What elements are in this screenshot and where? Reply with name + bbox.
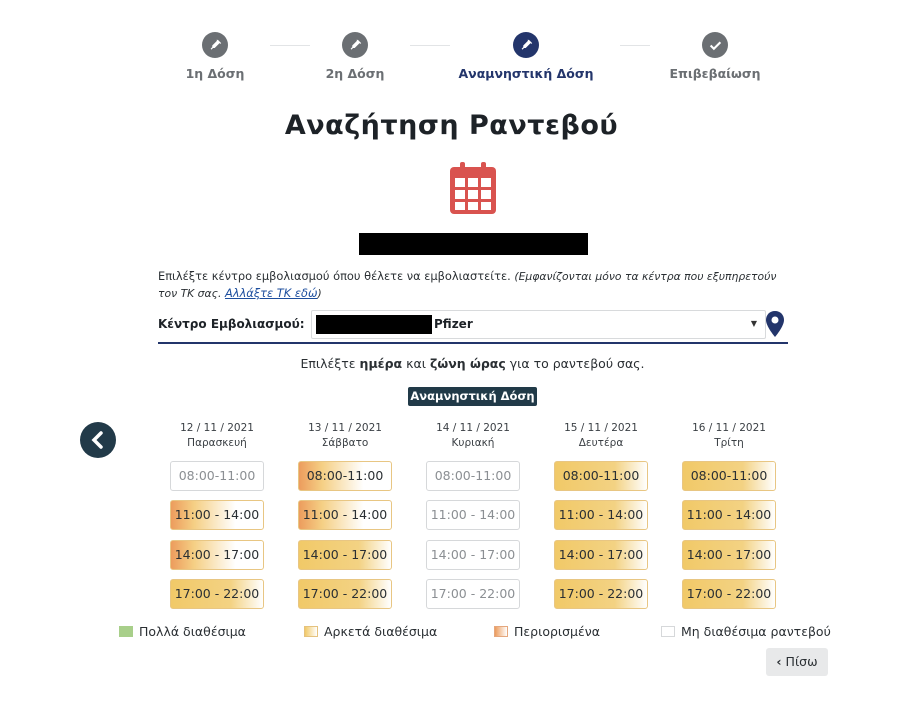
prompt-text: Επιλέξτε (300, 356, 356, 371)
step-label: 1η Δόση (185, 66, 245, 81)
center-selected-value: Pfizer (434, 317, 473, 331)
day-column: 13 / 11 / 2021 Σάββατο (285, 422, 405, 449)
step-label: Αναμνηστική Δόση (458, 66, 594, 81)
timeslot-button[interactable]: 08:00-11:00 (554, 461, 648, 491)
legend-label: Περιορισμένα (514, 624, 600, 639)
timeslot-button[interactable]: 14:00 - 17:00 (426, 540, 520, 570)
day-column: 12 / 11 / 2021 Παρασκευή (157, 422, 277, 449)
instruction-note-end: ) (317, 287, 322, 300)
day-name: Δευτέρα (578, 437, 624, 449)
timeslot-button[interactable]: 11:00 - 14:00 (682, 500, 776, 530)
day-name: Κυριακή (451, 437, 495, 449)
day-date: 13 / 11 / 2021 (308, 422, 382, 434)
map-pin-icon[interactable] (764, 310, 786, 342)
previous-days-button[interactable] (80, 422, 116, 458)
legend-swatch (661, 626, 675, 637)
timeslot-button[interactable]: 14:00 - 17:00 (682, 540, 776, 570)
syringe-icon (202, 32, 228, 58)
timeslot-button[interactable]: 17:00 - 22:00 (426, 579, 520, 609)
step-confirmation: Επιβεβαίωση (640, 32, 790, 81)
day-date: 15 / 11 / 2021 (564, 422, 638, 434)
step-label: 2η Δόση (325, 66, 385, 81)
chevron-left-icon: ‹ (776, 654, 782, 669)
timeslot-button[interactable]: 14:00 - 17:00 (554, 540, 648, 570)
dose-badge: Αναμνηστική Δόση (408, 387, 537, 406)
step-second-dose: 2η Δόση (280, 32, 430, 81)
legend-item-limited: Περιορισμένα (494, 624, 600, 639)
legend-swatch (119, 626, 133, 637)
back-button[interactable]: ‹ Πίσω (766, 648, 828, 676)
legend-item-many: Πολλά διαθέσιμα (119, 624, 246, 639)
timeslot-button[interactable]: 11:00 - 14:00 (426, 500, 520, 530)
redacted-block (316, 315, 432, 334)
day-name: Παρασκευή (187, 437, 247, 449)
day-date: 14 / 11 / 2021 (436, 422, 510, 434)
timeslot-button[interactable]: 08:00-11:00 (682, 461, 776, 491)
timeslot-button[interactable]: 11:00 - 14:00 (298, 500, 392, 530)
change-postcode-link[interactable]: Αλλάξτε ΤΚ εδώ (225, 286, 317, 300)
prompt-text: και (406, 356, 426, 371)
redacted-block (359, 233, 588, 255)
day-date: 16 / 11 / 2021 (692, 422, 766, 434)
timeslot-button[interactable]: 14:00 - 17:00 (170, 540, 264, 570)
step-label: Επιβεβαίωση (669, 66, 761, 81)
timeslot-button[interactable]: 17:00 - 22:00 (554, 579, 648, 609)
progress-stepper: 1η Δόση 2η Δόση Αναμνηστική Δόση Επιβεβα… (170, 32, 770, 92)
timeslot-button[interactable]: 17:00 - 22:00 (682, 579, 776, 609)
day-date: 12 / 11 / 2021 (180, 422, 254, 434)
check-icon (702, 32, 728, 58)
legend-item-unavailable: Μη διαθέσιμα ραντεβού (661, 624, 831, 639)
timeslot-button[interactable]: 11:00 - 14:00 (170, 500, 264, 530)
prompt-bold-day: ημέρα (359, 356, 403, 371)
day-column: 14 / 11 / 2021 Κυριακή (413, 422, 533, 449)
timeslot-button[interactable]: 08:00-11:00 (170, 461, 264, 491)
day-column: 15 / 11 / 2021 Δευτέρα (541, 422, 661, 449)
timeslot-button[interactable]: 08:00-11:00 (298, 461, 392, 491)
instruction-text: Επιλέξτε κέντρο εμβολιασμού όπου θέλετε … (158, 269, 511, 283)
timeslot-button[interactable]: 11:00 - 14:00 (554, 500, 648, 530)
day-name: Σάββατο (321, 437, 369, 449)
timeslot-button[interactable]: 14:00 - 17:00 (298, 540, 392, 570)
timeslot-button[interactable]: 08:00-11:00 (426, 461, 520, 491)
prompt-bold-timeslot: ζώνη ώρας (429, 356, 506, 371)
timeslot-button[interactable]: 17:00 - 22:00 (170, 579, 264, 609)
legend-label: Πολλά διαθέσιμα (139, 624, 246, 639)
legend-label: Μη διαθέσιμα ραντεβού (681, 624, 831, 639)
page-title: Αναζήτηση Ραντεβού (284, 110, 619, 141)
step-first-dose: 1η Δόση (140, 32, 290, 81)
prompt-text: για το ραντεβού σας. (509, 356, 645, 371)
center-select[interactable]: Pfizer ▼ (311, 310, 766, 339)
day-column: 16 / 11 / 2021 Τρίτη (669, 422, 789, 449)
legend-label: Αρκετά διαθέσιμα (324, 624, 438, 639)
select-day-prompt: Επιλέξτε ημέρα και ζώνη ώρας για το ραντ… (0, 356, 903, 371)
center-label: Κέντρο Εμβολιασμού: (158, 317, 305, 331)
center-instructions: Επιλέξτε κέντρο εμβολιασμού όπου θέλετε … (158, 268, 788, 302)
syringe-icon (342, 32, 368, 58)
legend-swatch (494, 626, 508, 637)
caret-down-icon: ▼ (750, 319, 757, 328)
day-name: Τρίτη (714, 437, 744, 449)
syringe-icon (513, 32, 539, 58)
step-booster-dose: Αναμνηστική Δόση (451, 32, 601, 81)
legend-item-some: Αρκετά διαθέσιμα (304, 624, 437, 639)
calendar-icon (450, 162, 496, 218)
vaccination-center-row: Κέντρο Εμβολιασμού: Pfizer ▼ (158, 308, 788, 344)
legend-swatch (304, 626, 318, 637)
back-button-label: Πίσω (785, 654, 818, 669)
timeslot-button[interactable]: 17:00 - 22:00 (298, 579, 392, 609)
chevron-left-icon (91, 431, 103, 449)
